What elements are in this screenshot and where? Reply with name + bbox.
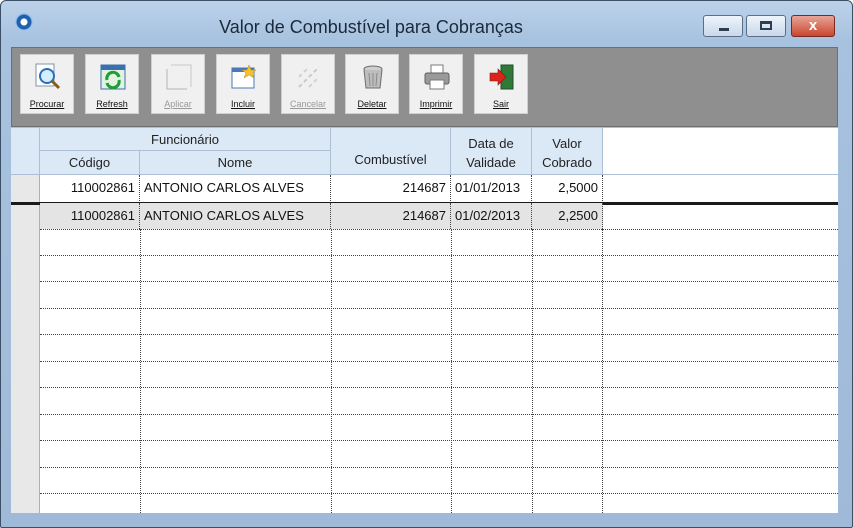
add-button[interactable]: Incluir bbox=[216, 54, 270, 114]
search-button[interactable]: Procurar bbox=[20, 54, 74, 114]
cell-combustivel[interactable]: 214687 bbox=[331, 175, 451, 201]
refresh-icon bbox=[100, 64, 126, 90]
print-button[interactable]: Imprimir bbox=[409, 54, 463, 114]
close-button[interactable]: x bbox=[791, 15, 835, 37]
toolbar: Procurar Refresh Aplicar Incluir Cancela… bbox=[11, 47, 838, 127]
cell-nome[interactable]: ANTONIO CARLOS ALVES bbox=[140, 203, 331, 229]
apply-button[interactable]: Aplicar bbox=[151, 54, 205, 114]
cell-codigo[interactable]: 110002861 bbox=[40, 203, 140, 229]
grid-corner bbox=[11, 128, 40, 175]
grid-line bbox=[40, 387, 838, 388]
cell-codigo[interactable]: 110002861 bbox=[40, 175, 140, 201]
grid-line bbox=[451, 229, 452, 513]
header-valor-cobrado[interactable]: Valor Cobrado bbox=[532, 128, 603, 175]
grid-line bbox=[40, 229, 838, 230]
apply-icon bbox=[166, 64, 192, 90]
maximize-button[interactable] bbox=[746, 15, 786, 37]
delete-label: Deletar bbox=[357, 99, 387, 109]
cancel-label: Cancelar bbox=[289, 99, 327, 109]
cell-nome[interactable]: ANTONIO CARLOS ALVES bbox=[140, 175, 331, 201]
exit-icon bbox=[489, 64, 514, 90]
search-label: Procurar bbox=[29, 99, 65, 109]
add-label: Incluir bbox=[230, 99, 255, 109]
grid-line bbox=[602, 229, 603, 513]
trash-icon bbox=[363, 65, 383, 89]
cell-data-validade[interactable]: 01/02/2013 bbox=[451, 203, 532, 229]
maximize-icon bbox=[760, 21, 772, 30]
refresh-button[interactable]: Refresh bbox=[85, 54, 139, 114]
grid-line bbox=[40, 334, 838, 335]
header-data-validade-line1: Data de bbox=[468, 136, 514, 151]
window-title: Valor de Combustível para Cobranças bbox=[219, 17, 523, 37]
grid-line bbox=[40, 308, 838, 309]
print-label: Imprimir bbox=[419, 99, 453, 109]
header-combustivel[interactable]: Combustível bbox=[331, 128, 451, 175]
grid-line bbox=[40, 493, 838, 494]
grid-line bbox=[40, 414, 838, 415]
exit-button[interactable]: Sair bbox=[474, 54, 528, 114]
grid-line bbox=[331, 229, 332, 513]
minimize-icon bbox=[719, 28, 729, 31]
cancel-icon bbox=[298, 66, 320, 88]
grid-line bbox=[532, 229, 533, 513]
header-valor-line1: Valor bbox=[552, 136, 582, 151]
header-nome[interactable]: Nome bbox=[140, 151, 331, 175]
grid-line bbox=[40, 440, 838, 441]
header-funcionario-group: Funcionário bbox=[40, 128, 331, 151]
data-grid[interactable]: Funcionário Código Nome Combustível Data… bbox=[11, 128, 838, 513]
title-bar[interactable]: Valor de Combustível para Cobranças x bbox=[1, 1, 852, 45]
app-window: Valor de Combustível para Cobranças x Pr… bbox=[0, 0, 853, 528]
minimize-button[interactable] bbox=[703, 15, 743, 37]
search-icon bbox=[35, 63, 61, 90]
grid-line bbox=[40, 467, 838, 468]
cell-valor[interactable]: 2,2500 bbox=[532, 203, 603, 229]
header-codigo[interactable]: Código bbox=[40, 151, 140, 175]
grid-line bbox=[40, 361, 838, 362]
header-data-validade-line2: Validade bbox=[466, 155, 516, 170]
close-icon: x bbox=[808, 17, 818, 34]
table-row[interactable]: 110002861 ANTONIO CARLOS ALVES 214687 01… bbox=[11, 203, 838, 229]
exit-label: Sair bbox=[492, 99, 509, 109]
add-icon bbox=[231, 64, 257, 89]
grid-line bbox=[140, 229, 141, 513]
cell-valor[interactable]: 2,5000 bbox=[532, 175, 603, 201]
header-data-validade[interactable]: Data de Validade bbox=[451, 128, 532, 175]
printer-icon bbox=[424, 64, 450, 90]
header-empty-area bbox=[603, 128, 838, 175]
table-row[interactable]: 110002861 ANTONIO CARLOS ALVES 214687 01… bbox=[11, 175, 838, 201]
header-valor-line2: Cobrado bbox=[542, 155, 592, 170]
delete-button[interactable]: Deletar bbox=[345, 54, 399, 114]
cell-data-validade[interactable]: 01/01/2013 bbox=[451, 175, 532, 201]
cell-combustivel[interactable]: 214687 bbox=[331, 203, 451, 229]
refresh-label: Refresh bbox=[96, 99, 128, 109]
grid-line bbox=[40, 281, 838, 282]
cancel-button[interactable]: Cancelar bbox=[281, 54, 335, 114]
apply-label: Aplicar bbox=[164, 99, 192, 109]
grid-line bbox=[40, 255, 838, 256]
